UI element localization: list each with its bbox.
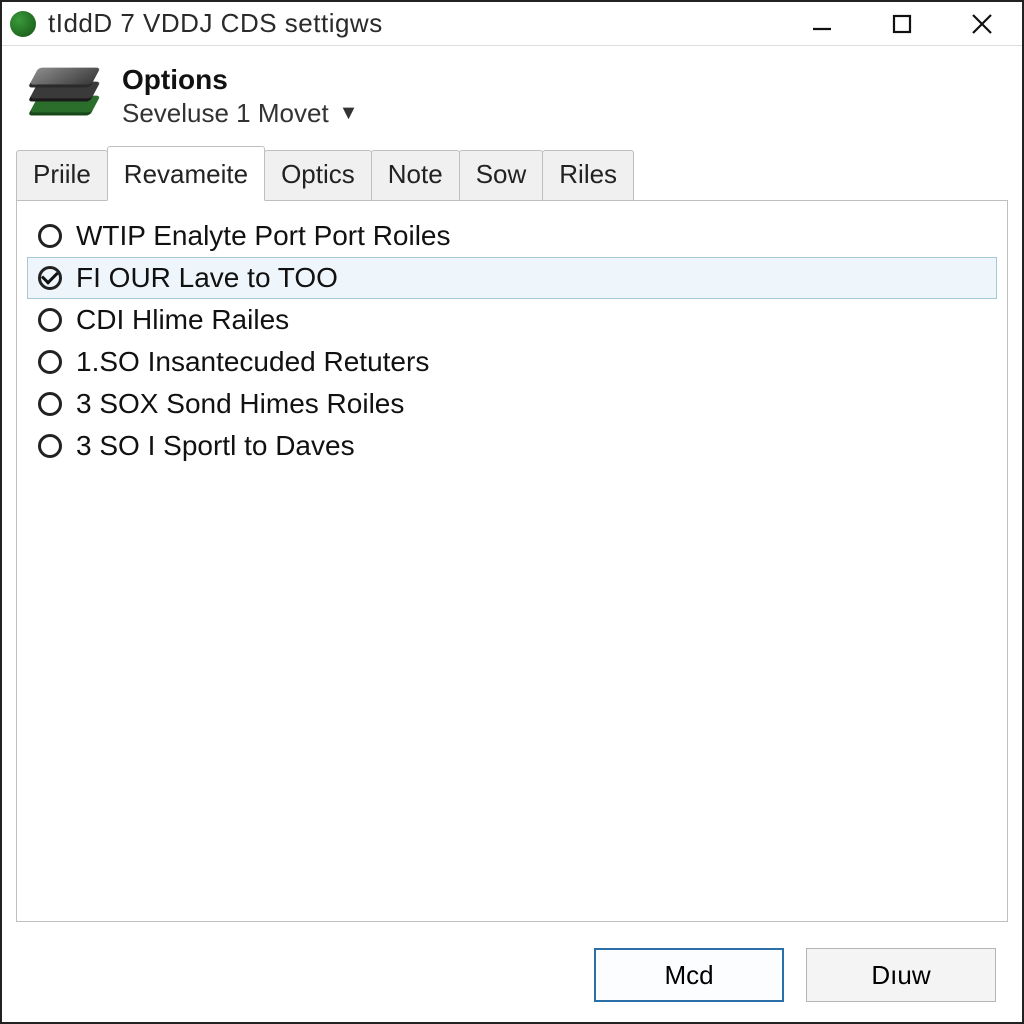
close-icon [969, 11, 995, 37]
maximize-button[interactable] [880, 8, 924, 40]
radio-icon [38, 434, 62, 458]
option-row[interactable]: 3 SOX Sond Himes Roiles [27, 383, 997, 425]
tab-sow[interactable]: Sow [459, 150, 544, 201]
option-row[interactable]: FI OUR Lave to TOO [27, 257, 997, 299]
minimize-button[interactable] [800, 8, 844, 40]
profile-selector[interactable]: Seveluse 1 Movet ▼ [122, 98, 358, 129]
button-bar: Mcd Dıuw [2, 936, 1022, 1022]
app-icon [10, 11, 36, 37]
option-label: FI OUR Lave to TOO [76, 262, 338, 294]
dialog-window: tIddD 7 VDDJ CDS settigws Options Sevelu… [0, 0, 1024, 1024]
chip-icon [26, 67, 104, 127]
tab-riles[interactable]: Riles [542, 150, 634, 201]
header-text: Options Seveluse 1 Movet ▼ [122, 64, 358, 129]
radio-icon [38, 350, 62, 374]
header-title: Options [122, 64, 358, 96]
titlebar: tIddD 7 VDDJ CDS settigws [2, 2, 1022, 46]
tab-priile[interactable]: Priile [16, 150, 108, 201]
secondary-button[interactable]: Dıuw [806, 948, 996, 1002]
close-button[interactable] [960, 8, 1004, 40]
option-label: 1.SO Insantecuded Retuters [76, 346, 429, 378]
option-label: 3 SO I Sportl to Daves [76, 430, 355, 462]
option-row[interactable]: 1.SO Insantecuded Retuters [27, 341, 997, 383]
option-label: CDI Hlime Railes [76, 304, 289, 336]
primary-button[interactable]: Mcd [594, 948, 784, 1002]
radio-icon [38, 308, 62, 332]
option-row[interactable]: CDI Hlime Railes [27, 299, 997, 341]
option-label: 3 SOX Sond Himes Roiles [76, 388, 404, 420]
radio-checked-icon [38, 266, 62, 290]
option-label: WTIP Enalyte Port Port Roiles [76, 220, 451, 252]
chevron-down-icon: ▼ [339, 102, 359, 125]
profile-name: Seveluse 1 Movet [122, 98, 329, 129]
radio-icon [38, 392, 62, 416]
radio-icon [38, 224, 62, 248]
tabstrip: Priile Revameite Optics Note Sow Riles [2, 145, 1022, 200]
tab-optics[interactable]: Optics [264, 150, 372, 201]
option-list: WTIP Enalyte Port Port Roiles FI OUR Lav… [17, 201, 1007, 481]
option-row[interactable]: WTIP Enalyte Port Port Roiles [27, 215, 997, 257]
tab-note[interactable]: Note [371, 150, 460, 201]
minimize-icon [809, 11, 835, 37]
tab-panel: WTIP Enalyte Port Port Roiles FI OUR Lav… [16, 200, 1008, 922]
option-row[interactable]: 3 SO I Sportl to Daves [27, 425, 997, 467]
header: Options Seveluse 1 Movet ▼ [2, 46, 1022, 139]
tab-revameite[interactable]: Revameite [107, 146, 265, 201]
window-controls [800, 8, 1004, 40]
window-title: tIddD 7 VDDJ CDS settigws [48, 8, 800, 39]
maximize-icon [890, 12, 914, 36]
